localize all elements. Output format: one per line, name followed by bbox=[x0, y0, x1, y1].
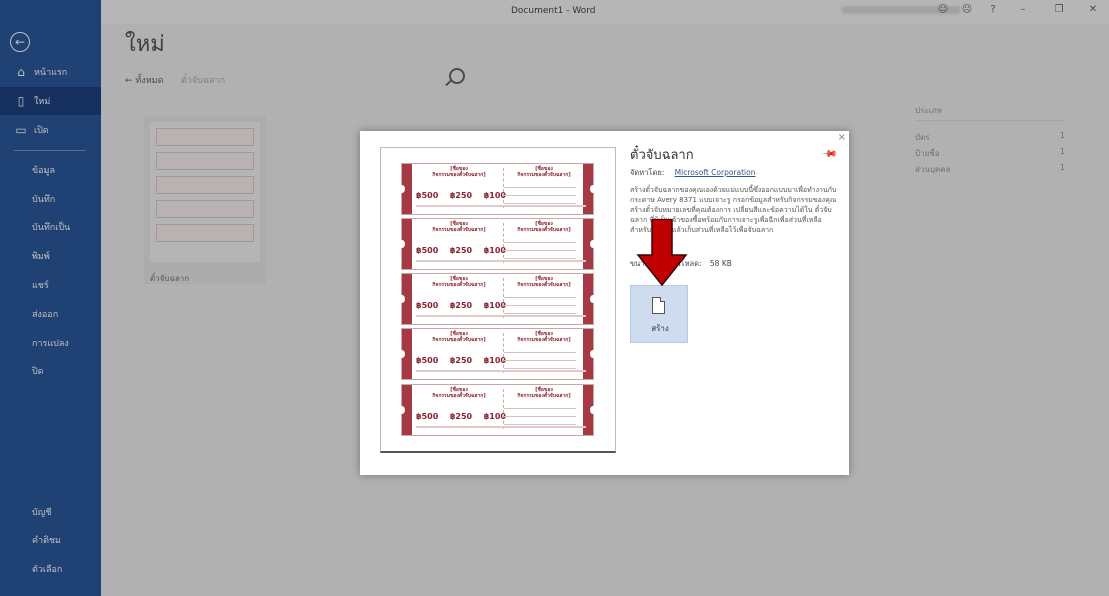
download-size-value: 58 KB bbox=[709, 259, 732, 268]
pin-icon[interactable]: 📌 bbox=[821, 146, 838, 163]
template-preview-dialog: × [ชื่อของ กิจกรรมของตั๋วจับฉลาก] [ชื่อของ… bbox=[360, 131, 849, 475]
ticket-preview: [ชื่อของ กิจกรรมของตั๋วจับฉลาก] [ชื่อของ กิ… bbox=[399, 163, 596, 215]
ticket-preview: [ชื่อของ กิจกรรมของตั๋วจับฉลาก] [ชื่อของ กิ… bbox=[399, 273, 596, 325]
ticket-preview: [ชื่อของ กิจกรรมของตั๋วจับฉลาก] [ชื่อของ กิ… bbox=[399, 328, 596, 380]
create-button-label: สร้าง bbox=[651, 324, 669, 333]
provider-line: จัดหาโดย: Microsoft Corporation bbox=[630, 167, 755, 179]
create-button[interactable]: สร้าง bbox=[630, 285, 688, 343]
new-document-icon bbox=[652, 297, 665, 314]
red-arrow-annotation bbox=[636, 219, 688, 287]
template-title: ตั๋วจับฉลาก bbox=[630, 147, 694, 162]
ticket-preview: [ชื่อของ กิจกรรมของตั๋วจับฉลาก] [ชื่อของ กิ… bbox=[399, 218, 596, 270]
provider-label: จัดหาโดย: bbox=[630, 168, 665, 177]
template-preview-image: [ชื่อของ กิจกรรมของตั๋วจับฉลาก] [ชื่อของ กิ… bbox=[380, 147, 616, 453]
provider-link[interactable]: Microsoft Corporation bbox=[675, 168, 756, 177]
ticket-preview: [ชื่อของ กิจกรรมของตั๋วจับฉลาก] [ชื่อของ กิ… bbox=[399, 384, 596, 436]
close-icon[interactable]: × bbox=[838, 132, 846, 143]
